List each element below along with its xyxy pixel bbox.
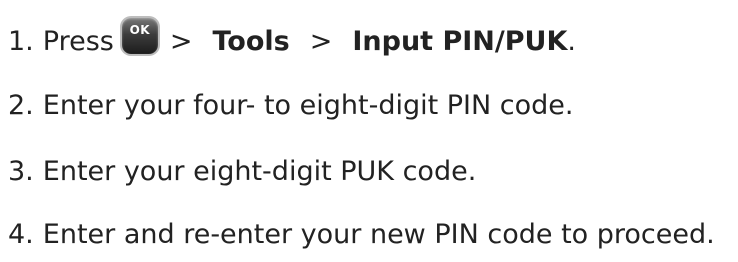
step-number: 3.: [8, 156, 34, 187]
separator: >: [309, 26, 333, 57]
ok-key-icon: OK: [121, 18, 158, 54]
ok-key-label: OK: [129, 23, 151, 37]
step-2: 2. Enter your four- to eight-digit PIN c…: [8, 90, 574, 122]
step-end-period: .: [567, 26, 576, 57]
step-text: Enter your four- to eight-digit PIN code…: [42, 90, 574, 121]
instruction-steps: 1. Press OK > Tools > Input PIN/PUK . 2.…: [0, 0, 738, 262]
menu-input-pin-puk: Input PIN/PUK: [352, 26, 568, 57]
separator: >: [169, 26, 193, 57]
press-text: Press: [42, 26, 114, 57]
menu-tools: Tools: [212, 26, 290, 57]
step-number: 2.: [8, 90, 34, 121]
step-1: 1. Press OK > Tools > Input PIN/PUK .: [8, 18, 576, 60]
step-number: 1.: [8, 26, 34, 57]
step-4: 4. Enter and re-enter your new PIN code …: [8, 219, 715, 251]
step-3: 3. Enter your eight-digit PUK code.: [8, 156, 476, 188]
step-text: Enter your eight-digit PUK code.: [42, 156, 477, 187]
step-text: Enter and re-enter your new PIN code to …: [42, 219, 715, 250]
step-number: 4.: [8, 219, 34, 250]
